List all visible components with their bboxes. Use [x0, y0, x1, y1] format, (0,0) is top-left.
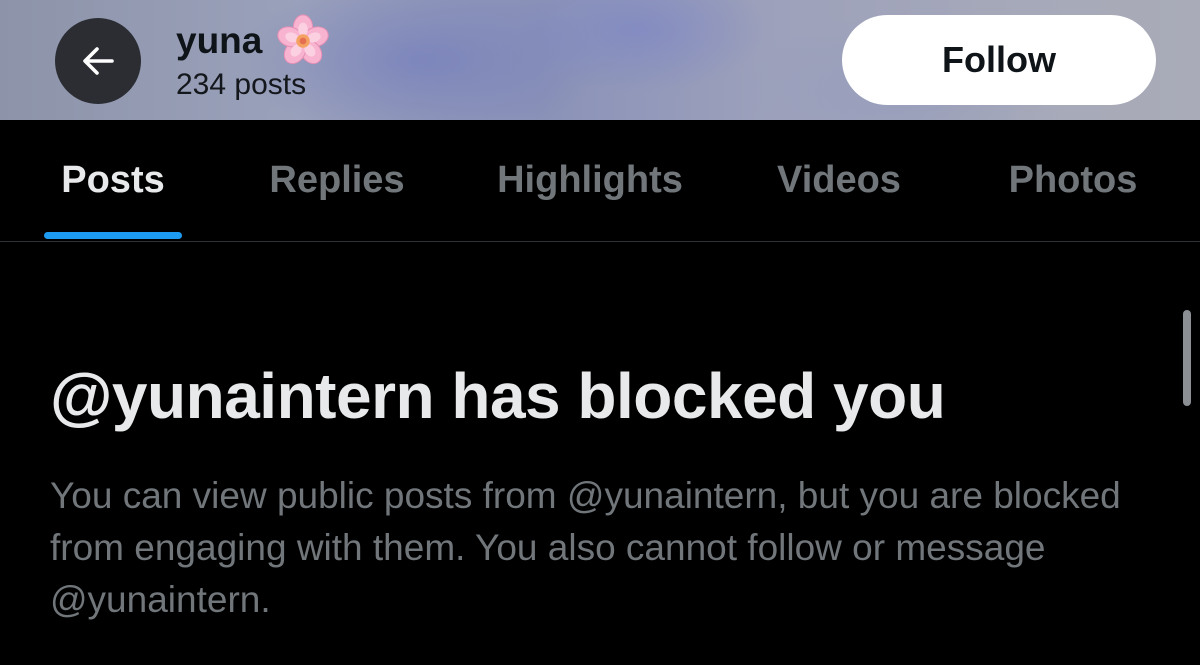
- follow-button[interactable]: Follow: [842, 15, 1156, 105]
- blocked-title: @yunaintern has blocked you: [50, 360, 946, 432]
- back-button[interactable]: [55, 18, 141, 104]
- tab-posts[interactable]: Posts: [36, 120, 190, 241]
- cherry-blossom-icon: [277, 14, 330, 65]
- tab-videos[interactable]: Videos: [750, 120, 928, 241]
- arrow-left-icon: [83, 47, 114, 75]
- profile-title-block: yuna 234 posts: [176, 14, 332, 102]
- tab-replies[interactable]: Replies: [244, 120, 430, 241]
- posts-count: 234 posts: [176, 68, 307, 101]
- profile-screen: yuna 234 posts Follow Posts Replies High…: [0, 0, 1200, 665]
- blocked-description: You can view public posts from @yunainte…: [50, 475, 1121, 620]
- scrollbar[interactable]: [1183, 310, 1191, 406]
- tab-highlights[interactable]: Highlights: [468, 120, 712, 241]
- profile-header: yuna 234 posts Follow: [0, 0, 1200, 120]
- profile-name: yuna: [176, 20, 263, 61]
- name-row: yuna: [176, 14, 332, 66]
- profile-tabs: Posts Replies Highlights Videos Photos: [0, 120, 1200, 242]
- tab-photos[interactable]: Photos: [984, 120, 1162, 241]
- active-tab-indicator: [44, 232, 182, 239]
